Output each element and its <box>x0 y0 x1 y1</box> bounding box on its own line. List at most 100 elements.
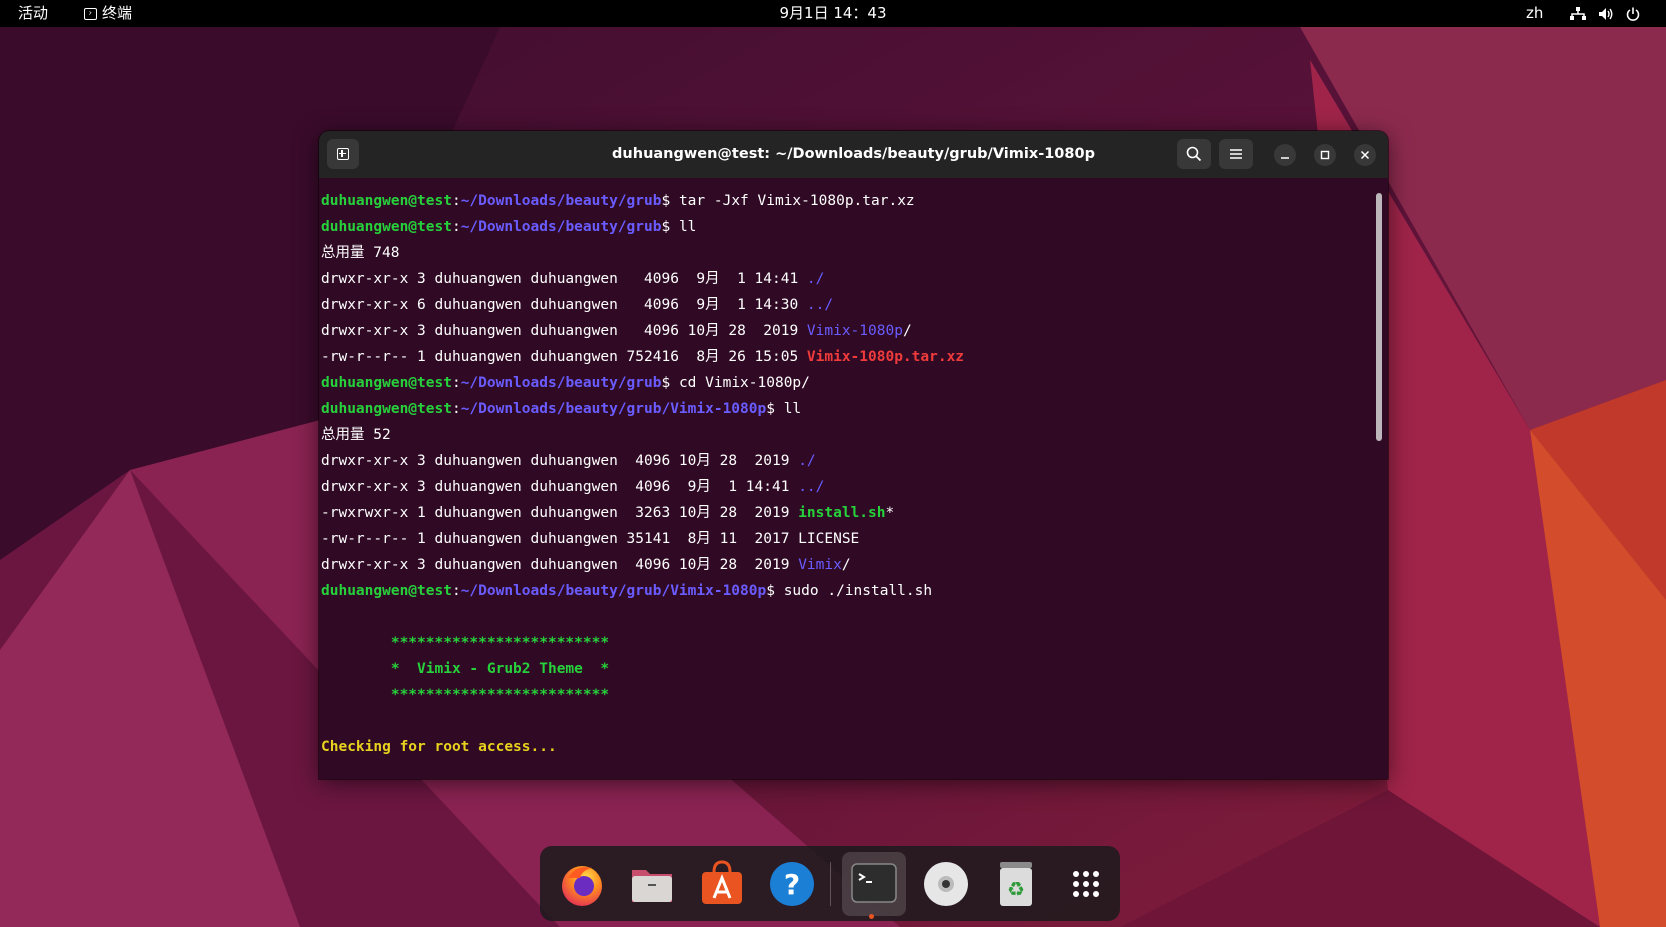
file-suffix: * <box>885 505 895 521</box>
maximize-button[interactable] <box>1314 144 1336 166</box>
close-button[interactable] <box>1354 144 1376 166</box>
language-indicator[interactable]: zh <box>1526 0 1543 27</box>
disc-icon <box>924 862 968 906</box>
output-text: -rwxrwxr-x 1 duhuangwen duhuangwen 3263 … <box>321 505 799 521</box>
prompt-colon: : <box>451 219 461 235</box>
terminal-line: duhuangwen@test:~/Downloads/beauty/grub$… <box>321 214 1371 240</box>
terminal-line: -rw-r--r-- 1 duhuangwen duhuangwen 75241… <box>321 344 1371 370</box>
terminal-line: duhuangwen@test:~/Downloads/beauty/grub$… <box>321 370 1371 396</box>
output-text: drwxr-xr-x 3 duhuangwen duhuangwen 4096 … <box>321 271 807 287</box>
trash-icon: ♻ <box>1000 862 1032 906</box>
help-icon: ? <box>770 862 814 906</box>
prompt-dollar: $ <box>766 401 775 417</box>
command-text: cd Vimix-1080p/ <box>670 375 810 391</box>
dock-help[interactable]: ? <box>764 856 820 912</box>
terminal-line: drwxr-xr-x 6 duhuangwen duhuangwen 4096 … <box>321 292 1371 318</box>
banner-text: ************************* <box>321 687 610 703</box>
output-text: drwxr-xr-x 6 duhuangwen duhuangwen 4096 … <box>321 297 807 313</box>
prompt-dollar: $ <box>766 583 775 599</box>
dock-software[interactable] <box>694 856 750 912</box>
file-name: install.sh <box>798 505 886 521</box>
output-text: 总用量 52 <box>321 427 391 443</box>
dock-disc[interactable] <box>918 856 974 912</box>
terminal-line: drwxr-xr-x 3 duhuangwen duhuangwen 4096 … <box>321 318 1371 344</box>
search-icon <box>1186 146 1202 162</box>
terminal-line: drwxr-xr-x 3 duhuangwen duhuangwen 4096 … <box>321 552 1371 578</box>
volume-icon <box>1599 7 1613 20</box>
prompt-user: duhuangwen@test <box>321 219 452 235</box>
file-name: ../ <box>806 297 834 313</box>
terminal-line: drwxr-xr-x 3 duhuangwen duhuangwen 4096 … <box>321 448 1371 474</box>
prompt-user: duhuangwen@test <box>321 193 452 209</box>
minimize-button[interactable] <box>1274 144 1296 166</box>
terminal-line: 总用量 52 <box>321 422 1371 448</box>
prompt-user: duhuangwen@test <box>321 375 452 391</box>
terminal-line: duhuangwen@test:~/Downloads/beauty/grub$… <box>321 188 1371 214</box>
terminal-line: -rw-r--r-- 1 duhuangwen duhuangwen 35141… <box>321 526 1371 552</box>
prompt-colon: : <box>451 193 461 209</box>
menu-button[interactable] <box>1219 139 1253 169</box>
dock: ? ♻ <box>540 846 1120 921</box>
file-name: ./ <box>806 271 825 287</box>
output-text: drwxr-xr-x 3 duhuangwen duhuangwen 4096 … <box>321 453 799 469</box>
prompt-user: duhuangwen@test <box>321 401 452 417</box>
terminal-output[interactable]: duhuangwen@test:~/Downloads/beauty/grub$… <box>321 188 1371 773</box>
terminal-line: drwxr-xr-x 3 duhuangwen duhuangwen 4096 … <box>321 474 1371 500</box>
banner-text: * Vimix - Grub2 Theme * <box>321 661 610 677</box>
system-menu[interactable] <box>1570 0 1640 27</box>
terminal-window[interactable]: duhuangwen@test: ~/Downloads/beauty/grub… <box>319 131 1388 779</box>
output-text: drwxr-xr-x 3 duhuangwen duhuangwen 4096 … <box>321 323 807 339</box>
prompt-colon: : <box>451 401 461 417</box>
prompt-path: ~/Downloads/beauty/grub/Vimix-1080p <box>460 401 767 417</box>
terminal-line: -rwxrwxr-x 1 duhuangwen duhuangwen 3263 … <box>321 500 1371 526</box>
status-text: Checking for root access... <box>321 739 557 755</box>
hamburger-icon <box>1230 149 1242 159</box>
terminal-line: ************************* <box>321 630 1371 656</box>
file-name: Vimix-1080p.tar.xz <box>806 349 965 365</box>
prompt-path: ~/Downloads/beauty/grub/Vimix-1080p <box>460 583 767 599</box>
terminal-line: 总用量 748 <box>321 240 1371 266</box>
terminal-line: duhuangwen@test:~/Downloads/beauty/grub/… <box>321 578 1371 604</box>
command-text: sudo ./install.sh <box>774 583 933 599</box>
dock-trash[interactable]: ♻ <box>988 856 1044 912</box>
output-text: -rw-r--r-- 1 duhuangwen duhuangwen 35141… <box>321 531 860 547</box>
file-name: Vimix <box>798 557 842 573</box>
terminal-line: ************************* <box>321 682 1371 708</box>
prompt-path: ~/Downloads/beauty/grub <box>460 375 662 391</box>
command-text: tar -Jxf Vimix-1080p.tar.xz <box>670 193 915 209</box>
prompt-colon: : <box>451 375 461 391</box>
prompt-dollar: $ <box>661 193 671 209</box>
close-icon <box>1360 150 1370 160</box>
terminal-line: Checking for root access... <box>321 734 1371 760</box>
prompt-path: ~/Downloads/beauty/grub <box>460 193 662 209</box>
output-text: drwxr-xr-x 3 duhuangwen duhuangwen 4096 … <box>321 557 799 573</box>
app-grid-icon <box>1073 871 1099 897</box>
prompt-path: ~/Downloads/beauty/grub <box>460 219 662 235</box>
search-button[interactable] <box>1177 139 1211 169</box>
clock[interactable]: 9月1日 14：43 <box>0 0 1666 27</box>
network-icon <box>1570 6 1586 20</box>
prompt-dollar: $ <box>661 375 671 391</box>
prompt-colon: : <box>451 583 461 599</box>
files-icon <box>632 870 672 902</box>
terminal-headerbar[interactable]: duhuangwen@test: ~/Downloads/beauty/grub… <box>319 131 1388 178</box>
output-text: -rw-r--r-- 1 duhuangwen duhuangwen 75241… <box>321 349 807 365</box>
svg-text:?: ? <box>784 868 800 901</box>
scrollbar[interactable] <box>1376 193 1382 441</box>
dock-terminal[interactable] <box>842 852 906 916</box>
maximize-icon <box>1320 150 1330 160</box>
file-name: ./ <box>798 453 816 469</box>
firefox-icon <box>562 866 602 906</box>
output-text: drwxr-xr-x 3 duhuangwen duhuangwen 4096 … <box>321 479 799 495</box>
prompt-user: duhuangwen@test <box>321 583 452 599</box>
top-bar: 活动 终端 9月1日 14：43 zh <box>0 0 1666 27</box>
dock-show-applications[interactable] <box>1058 856 1114 912</box>
dock-firefox[interactable] <box>554 856 610 912</box>
command-text: ll <box>774 401 802 417</box>
dock-files[interactable] <box>624 856 680 912</box>
banner-text: ************************* <box>321 635 610 651</box>
svg-text:♻: ♻ <box>1007 877 1025 901</box>
terminal-line: drwxr-xr-x 3 duhuangwen duhuangwen 4096 … <box>321 266 1371 292</box>
